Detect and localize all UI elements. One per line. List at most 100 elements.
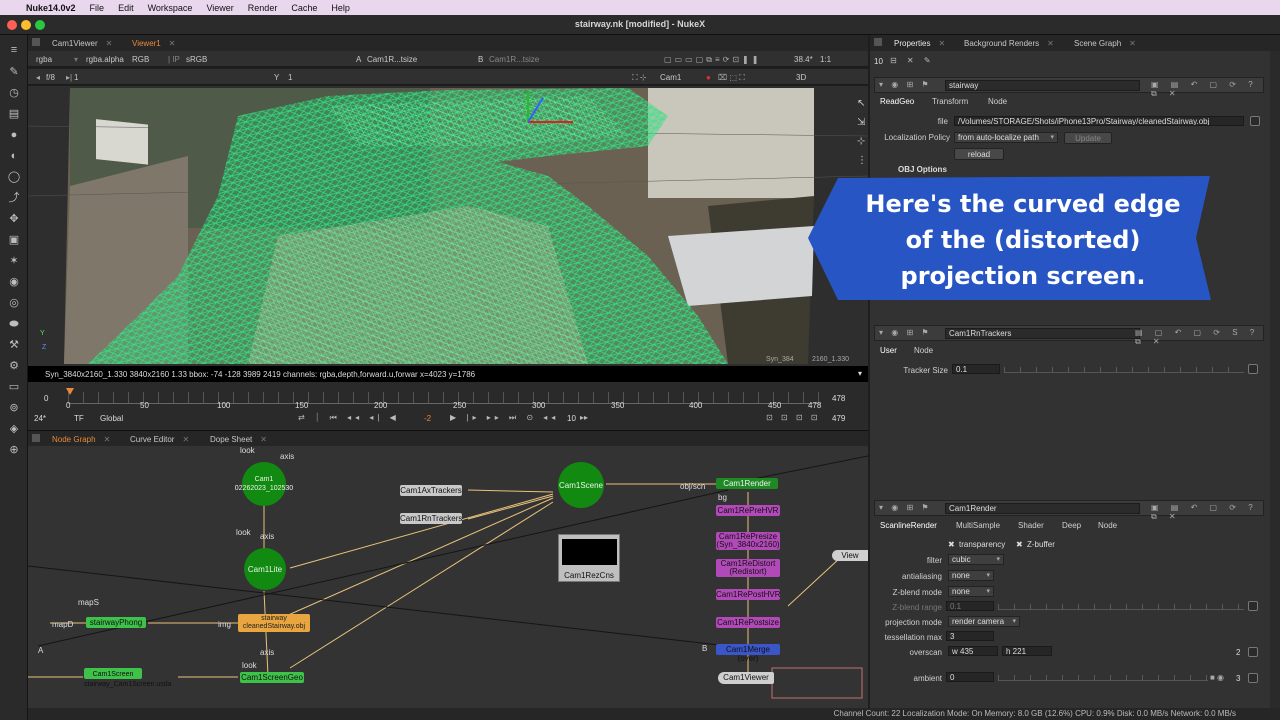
render-name-field[interactable]: Cam1Render — [945, 503, 1140, 514]
reload-button[interactable]: reload — [954, 148, 1004, 160]
toolsets-icon[interactable]: ⚒ — [6, 338, 22, 352]
node-cam1render[interactable]: Cam1Render — [716, 478, 778, 489]
node-cam1repostsize[interactable]: Cam1RePostsize — [716, 617, 780, 628]
tracker-name-field[interactable]: Cam1RnTrackers — [945, 328, 1140, 339]
view-mode-select[interactable]: 3D — [796, 73, 806, 82]
zblend-range-slider[interactable] — [998, 602, 1244, 610]
ocula-icon[interactable]: ⊚ — [6, 401, 22, 415]
antialiasing-select[interactable]: none — [948, 570, 994, 581]
pane-menu-icon[interactable] — [874, 38, 882, 46]
deep-icon[interactable]: ◉ — [6, 275, 22, 289]
y-value[interactable]: 1 — [288, 73, 292, 82]
animation-icon[interactable] — [1248, 601, 1258, 611]
step-forward-icon[interactable]: ▸▸ — [580, 413, 588, 422]
step-back-value[interactable]: -2 — [424, 414, 431, 423]
animation-icon[interactable] — [1248, 673, 1258, 683]
playhead-marker[interactable] — [66, 388, 74, 395]
ratio-select[interactable]: 1:1 — [820, 55, 831, 64]
timeline-ruler[interactable] — [68, 392, 820, 404]
tab-user[interactable]: User — [880, 346, 897, 355]
node-cam1represize[interactable]: Cam1RePresize (Syn_3840x2160) — [716, 532, 780, 550]
tab-multisample[interactable]: MultiSample — [956, 521, 1000, 530]
tab-deep[interactable]: Deep — [1062, 521, 1081, 530]
alpha-select[interactable]: rgba.alpha — [86, 55, 124, 64]
ip-icon[interactable]: | IP — [168, 55, 180, 64]
furnace-icon[interactable]: ▭ — [6, 380, 22, 394]
zblend-range-field[interactable]: 0.1 — [946, 601, 994, 611]
panel-header-icons[interactable]: ▾ ◉ ⊞ ⚑ — [879, 503, 932, 512]
panel-header-right-icons[interactable]: ▤ ▢ ↶ ▢ ⟳ S ? ⧉ ✕ — [1135, 328, 1263, 347]
tab-node[interactable]: Node — [988, 97, 1007, 106]
tab-readgeo[interactable]: ReadGeo — [880, 97, 914, 106]
nukex-icon[interactable]: ⊕ — [6, 443, 22, 457]
lut-select[interactable]: sRGB — [186, 55, 207, 64]
node-view[interactable]: View — [832, 550, 868, 561]
panel-header-icons[interactable]: ▾ ◉ ⊞ ⚑ — [879, 328, 932, 337]
panel-header-icons[interactable]: ▾ ◉ ⊞ ⚑ — [879, 80, 932, 89]
node-cam1screengeo[interactable]: Cam1ScreenGeo — [240, 672, 304, 683]
menu-app[interactable]: Nuke14.0v2 — [26, 3, 76, 13]
tab-background-renders[interactable]: Background Renders ✕ — [956, 37, 1062, 51]
close-tab-icon[interactable]: ✕ — [104, 435, 111, 444]
tab-node[interactable]: Node — [1098, 521, 1117, 530]
overscan-w-field[interactable]: w 435 — [948, 646, 998, 656]
tracker-size-slider[interactable] — [1004, 365, 1244, 373]
transport-back-controls[interactable]: ⇄ ⏐ ⏮ ◂◂ ◂| ◀ — [298, 413, 400, 423]
tab-scanlinerender[interactable]: ScanlineRender — [880, 521, 937, 530]
tab-curve-editor[interactable]: Curve Editor ✕ — [122, 433, 197, 447]
menu-help[interactable]: Help — [331, 3, 350, 13]
tab-viewer1[interactable]: Viewer1 ✕ — [124, 37, 183, 51]
node-cam1reposthvr[interactable]: Cam1RePostHVR — [716, 589, 780, 600]
transport-forward-controls[interactable]: ▶ |▸ ▸▸ ⏭ ⊙ ◂◂ — [450, 413, 559, 423]
properties-scrollbar[interactable] — [1270, 51, 1280, 708]
tessellation-max-field[interactable]: 3 — [946, 631, 994, 641]
fps-select[interactable]: 24* — [34, 414, 46, 423]
camera-lock-icon[interactable]: ⛶ ⊹ — [632, 73, 647, 83]
transform-icon[interactable]: ✥ — [6, 212, 22, 226]
viewer-mode-icons[interactable]: ⌧ ⬚ ⛶ — [718, 73, 745, 83]
node-cam1scene[interactable]: Cam1Scene — [558, 462, 604, 508]
menu-file[interactable]: File — [90, 3, 105, 13]
zblend-mode-select[interactable]: none — [948, 586, 994, 597]
filter-select[interactable]: cubic — [948, 554, 1004, 565]
close-tab-icon[interactable]: ✕ — [1047, 39, 1054, 48]
localization-policy-select[interactable]: from auto-localize path — [954, 132, 1058, 143]
tab-scene-graph[interactable]: Scene Graph ✕ — [1066, 37, 1144, 51]
node-cam1screen[interactable]: Cam1Screen stairway_Cam1Screen.usda — [84, 668, 172, 688]
node-stairwayphong[interactable]: stairwayPhong — [86, 617, 146, 628]
color-icon[interactable]: ● — [6, 128, 22, 142]
node-cam1redistort[interactable]: Cam1ReDistort (Redistort) — [716, 559, 780, 577]
metadata-icon[interactable]: ⬬ — [6, 317, 22, 331]
viewer-tool-icons[interactable]: ▢▭▭▢⧉≡⟳⊡❚❚ — [664, 55, 761, 65]
color-picker-icon[interactable]: ■ ◉ — [1210, 673, 1224, 682]
fstop-value[interactable]: f/8 — [46, 73, 55, 82]
viewport-tool-icons[interactable]: ↖ ⇲ ⊹ ⋮ — [857, 94, 867, 170]
file-path-field[interactable]: /Volumes/STORAGE/Shots/iPhone13Pro/Stair… — [954, 116, 1244, 126]
animation-icon[interactable] — [1248, 364, 1258, 374]
readgeo-name-field[interactable]: stairway — [945, 80, 1140, 91]
close-tab-icon[interactable]: ✕ — [106, 39, 113, 48]
menu-edit[interactable]: Edit — [118, 3, 134, 13]
node-stairway[interactable]: stairway cleanedStairway.obj — [238, 614, 310, 632]
node-cam1merge[interactable]: Cam1Merge (over) — [716, 644, 780, 663]
playback-option-icons[interactable]: ⊡ ⊡ ⊡ ⊡ — [766, 413, 820, 422]
folder-icon[interactable] — [1250, 116, 1260, 126]
pane-menu-icon[interactable] — [32, 38, 40, 46]
node-cam1rezcns[interactable]: Cam1RezCns — [558, 534, 620, 582]
tab-node-graph[interactable]: Node Graph ✕ — [44, 433, 118, 447]
node-cam1viewer[interactable]: Cam1Viewer — [718, 672, 774, 684]
overscan-channels-value[interactable]: 2 — [1236, 648, 1240, 657]
panel-header-right-icons[interactable]: ▣ ▤ ↶ ▢ ⟳ ? ⧉ ✕ — [1151, 503, 1263, 522]
frame-step-icon[interactable]: ▸| — [66, 73, 72, 82]
close-tab-icon[interactable]: ✕ — [1129, 39, 1136, 48]
tab-cam1viewer[interactable]: Cam1Viewer ✕ — [44, 37, 120, 51]
record-icon[interactable]: ● — [706, 73, 711, 82]
tab-dope-sheet[interactable]: Dope Sheet ✕ — [202, 433, 275, 447]
views-icon[interactable]: ◎ — [6, 296, 22, 310]
menu-render[interactable]: Render — [248, 3, 278, 13]
range-select[interactable]: Global — [100, 414, 123, 423]
viewer-viewport[interactable]: ↖ ⇲ ⊹ ⋮ Y Z Syn_384 2160_1.330 — [28, 86, 868, 366]
panel-header-right-icons[interactable]: ▣ ▤ ↶ ▢ ⟳ ? ⧉ ✕ — [1151, 80, 1263, 99]
projection-mode-select[interactable]: render camera — [948, 616, 1020, 627]
info-expand-icon[interactable]: ▾ — [858, 369, 862, 378]
